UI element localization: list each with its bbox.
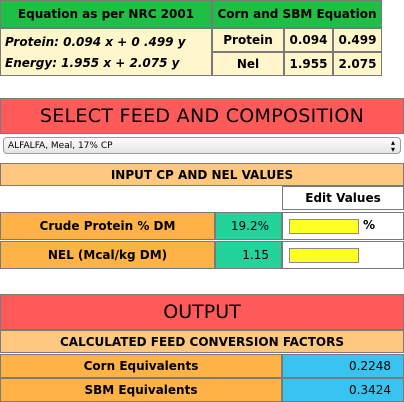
corn-equivalents-label: Corn Equivalents [0, 354, 282, 378]
nel-corn-coefficient: 1.955 [284, 52, 333, 76]
output-title: OUTPUT [0, 294, 404, 330]
nel-row-label: Nel [212, 52, 284, 76]
protein-equation: Protein: 0.094 x + 0 .499 y [5, 35, 186, 49]
crude-protein-value: 19.2% [215, 212, 282, 240]
protein-sbm-coefficient: 0.499 [333, 28, 382, 52]
nrc-equations-box: Protein: 0.094 x + 0 .499 y Energy: 1.95… [0, 28, 212, 76]
crude-protein-edit-input[interactable] [289, 219, 359, 234]
sbm-equivalents-label: SBM Equivalents [0, 378, 282, 402]
energy-equation: Energy: 1.955 x + 2.075 y [5, 56, 180, 70]
protein-row-label: Protein [212, 28, 284, 52]
updown-arrow-icon: ▴ ▾ [390, 138, 395, 154]
sbm-equivalents-value: 0.3424 [282, 378, 404, 402]
select-feed-title: SELECT FEED AND COMPOSITION [0, 98, 404, 134]
nel-label: NEL (Mcal/kg DM) [0, 241, 215, 269]
crude-protein-label: Crude Protein % DM [0, 212, 215, 240]
conversion-factors-header: CALCULATED FEED CONVERSION FACTORS [0, 330, 404, 353]
nel-sbm-coefficient: 2.075 [333, 52, 382, 76]
input-section-header: INPUT CP AND NEL VALUES [0, 163, 404, 186]
nel-value: 1.15 [215, 241, 282, 269]
percent-unit: % [363, 218, 376, 232]
nel-edit-cell [282, 241, 404, 269]
feed-select-value: ALFALFA, Meal, 17% CP [8, 140, 113, 151]
nrc-equation-header: Equation as per NRC 2001 [0, 0, 212, 28]
corn-equivalents-value: 0.2248 [282, 354, 404, 378]
protein-corn-coefficient: 0.094 [284, 28, 333, 52]
feed-select-dropdown[interactable]: ALFALFA, Meal, 17% CP ▴ ▾ [3, 137, 401, 154]
edit-values-header: Edit Values [282, 186, 404, 210]
crude-protein-edit-cell: % [282, 212, 404, 240]
nel-edit-input[interactable] [289, 248, 359, 263]
corn-sbm-equation-header: Corn and SBM Equation [212, 0, 382, 28]
